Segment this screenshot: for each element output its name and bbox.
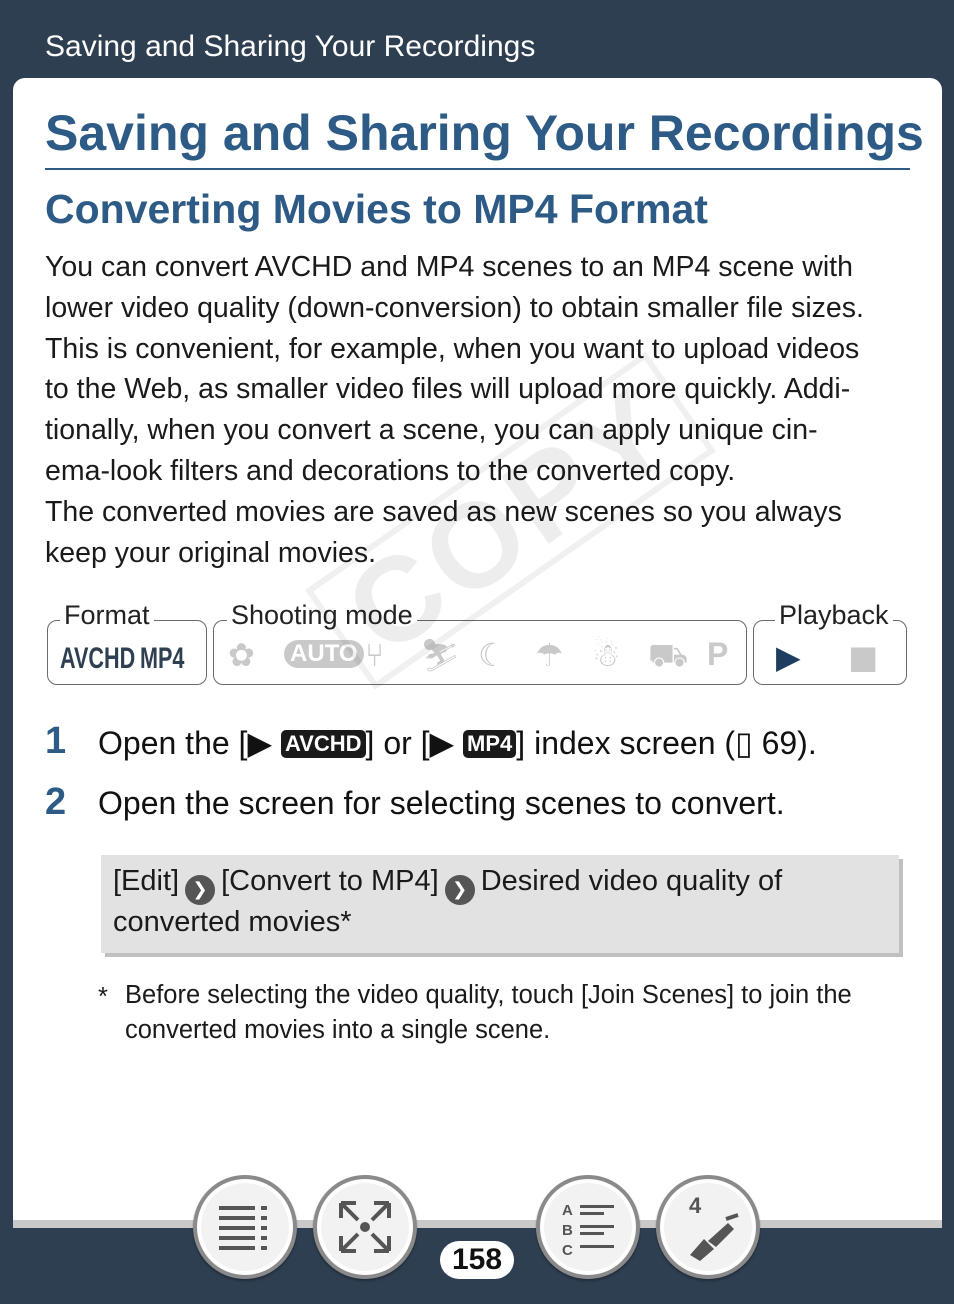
procedure-item: [Convert to MP4] [221, 865, 439, 897]
photo-playback-icon: ■ [848, 638, 879, 676]
footnote: * Before selecting the video quality, to… [98, 978, 852, 1048]
format-avchd: AVCHD [60, 642, 136, 675]
night-icon: ☾ [478, 636, 507, 674]
format-mp4: MP4 [140, 642, 185, 675]
page-number: 158 [440, 1241, 514, 1279]
page-title: Saving and Sharing Your Recordings [45, 105, 924, 161]
reference-button[interactable]: 4 [656, 1175, 760, 1279]
step-1-part: Open the [ [98, 725, 248, 761]
step-1-part: ] index screen ( [516, 725, 736, 761]
header-section-title: Saving and Sharing Your Recordings [45, 30, 536, 63]
movie-playback-icon: ▶ [776, 638, 801, 676]
index-icon: A B C [540, 1179, 636, 1275]
beach-icon: ☂ [535, 636, 564, 674]
program-icon: P [707, 636, 729, 672]
arrow-icon: ❯ [185, 875, 216, 905]
index-letter: B [562, 1222, 573, 1239]
avchd-tag: AVCHD [280, 730, 366, 758]
step-1-part: ). [797, 725, 817, 761]
procedure-item: Desired video quality of [480, 865, 783, 897]
portrait-icon: ✿ [228, 636, 255, 674]
playback-label: Playback [775, 600, 893, 631]
page-reference: 69 [761, 725, 798, 761]
intro-line: lower video quality (down-conversion) to… [45, 291, 864, 324]
intro-line: tionally, when you convert a scene, you … [45, 414, 818, 447]
step-1-text: Open the [▶ AVCHD] or [▶ MP4] index scre… [98, 724, 817, 762]
format-label: Format [60, 600, 154, 631]
movie-icon: ▶ [429, 725, 455, 761]
title-rule [45, 168, 910, 170]
step-number: 1 [45, 720, 67, 762]
book-icon: ▯ [735, 725, 753, 761]
intro-line: This is convenient, for example, when yo… [45, 332, 860, 365]
section-heading: Converting Movies to MP4 Format [45, 186, 708, 232]
snow-icon: ☃ [592, 636, 621, 674]
index-button[interactable]: A B C [536, 1175, 640, 1279]
footnote-line: converted movies into a single scene. [125, 1016, 551, 1044]
index-letter: C [562, 1242, 573, 1259]
procedure-item: [Edit] [113, 865, 180, 897]
footnote-line: Before selecting the video quality, touc… [125, 981, 852, 1009]
procedure-box: [Edit] ❯ [Convert to MP4] ❯ Desired video qu… [101, 855, 899, 953]
step-number: 2 [45, 781, 67, 823]
reference-icon: 4 [660, 1179, 756, 1275]
intro-line: You can convert AVCHD and MP4 scenes to … [45, 251, 853, 283]
procedure-line: [Edit] ❯ [Convert to MP4] ❯ Desired video qu… [113, 865, 782, 905]
arrow-icon: ❯ [444, 875, 475, 905]
movie-icon: ▶ [247, 725, 273, 761]
fullscreen-button[interactable] [313, 1175, 417, 1279]
step-2-text: Open the screen for selecting scenes to … [98, 785, 785, 821]
index-letter: A [562, 1202, 573, 1219]
car-icon: ⛟ [648, 636, 689, 674]
procedure-line: converted movies* [113, 906, 352, 938]
intro-line: to the Web, as smaller video files will … [45, 373, 851, 406]
footnote-marker: * [98, 983, 108, 1011]
mp4-tag: MP4 [463, 730, 517, 758]
contents-button[interactable] [193, 1175, 297, 1279]
contents-icon [197, 1179, 293, 1275]
footer-strip [13, 1220, 942, 1228]
fullscreen-icon [317, 1179, 413, 1275]
step-1-part: ] or [ [365, 725, 430, 761]
